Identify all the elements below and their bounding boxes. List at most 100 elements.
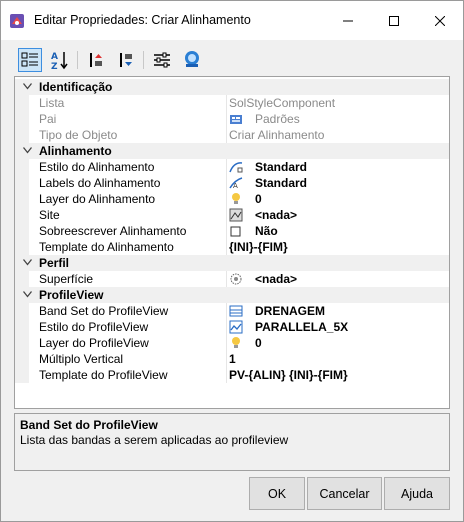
category-label: Perfil bbox=[39, 256, 70, 270]
property-row-layer-do-profileview[interactable]: Layer do ProfileView 0 bbox=[15, 335, 449, 351]
property-row-layer-do-alinhamento[interactable]: Layer do Alinhamento 0 bbox=[15, 191, 449, 207]
sort-alphabetical-button[interactable]: A Z bbox=[48, 48, 72, 72]
move-up-button[interactable] bbox=[84, 48, 108, 72]
layer-bulb-icon bbox=[232, 193, 240, 204]
property-row-site[interactable]: Site <nada> bbox=[15, 207, 449, 223]
category-alinhamento[interactable]: Alinhamento bbox=[15, 143, 449, 159]
property-row-template-do-profileview[interactable]: Template do ProfileView PV-{ALIN} {INI}-… bbox=[15, 367, 449, 383]
property-name: Band Set do ProfileView bbox=[39, 304, 169, 318]
property-row-multiplo-vertical[interactable]: Múltiplo Vertical 1 bbox=[15, 351, 449, 367]
property-name: Sobreescrever Alinhamento bbox=[39, 224, 187, 238]
category-label: ProfileView bbox=[39, 288, 104, 302]
site-icon bbox=[229, 208, 243, 222]
chevron-down-icon[interactable] bbox=[23, 291, 32, 298]
property-row-labels-do-alinhamento[interactable]: Labels do Alinhamento A Standard bbox=[15, 175, 449, 191]
maximize-button[interactable] bbox=[371, 1, 417, 40]
settings-sliders-button[interactable] bbox=[150, 48, 174, 72]
property-row-band-set-do-profileview[interactable]: Band Set do ProfileView DRENAGEM bbox=[15, 303, 449, 319]
svg-text:A: A bbox=[51, 52, 58, 62]
property-name: Template do ProfileView bbox=[39, 368, 168, 382]
help-search-button[interactable] bbox=[180, 48, 204, 72]
help-button[interactable]: Ajuda bbox=[384, 477, 450, 510]
property-row-superficie[interactable]: Superfície <nada> bbox=[15, 271, 449, 287]
window-title: Editar Propriedades: Criar Alinhamento bbox=[34, 13, 251, 27]
property-row-sobreescrever-alinhamento[interactable]: Sobreescrever Alinhamento Não bbox=[15, 223, 449, 239]
property-value[interactable]: <nada> bbox=[255, 272, 297, 286]
property-name: Lista bbox=[39, 96, 65, 110]
checkbox-icon[interactable] bbox=[229, 224, 243, 238]
help-title: Band Set do ProfileView bbox=[20, 418, 158, 432]
property-value[interactable]: PARALLELA_5X bbox=[255, 320, 348, 334]
help-search-icon bbox=[185, 51, 199, 67]
property-value[interactable]: 0 bbox=[255, 192, 262, 206]
category-profileview[interactable]: ProfileView bbox=[15, 287, 449, 303]
property-name: Labels do Alinhamento bbox=[39, 176, 161, 190]
chevron-down-icon[interactable] bbox=[23, 259, 32, 266]
property-value: Padrões bbox=[255, 112, 300, 126]
ok-button[interactable]: OK bbox=[249, 477, 305, 510]
band-set-icon bbox=[229, 305, 243, 317]
maximize-icon bbox=[389, 15, 399, 26]
category-identificacao[interactable]: Identificação bbox=[15, 79, 449, 95]
chevron-down-icon[interactable] bbox=[23, 147, 32, 154]
property-name: Site bbox=[39, 208, 60, 222]
toolbar: A Z bbox=[14, 45, 451, 75]
property-value[interactable]: Standard bbox=[255, 176, 307, 190]
property-value: SolStyleComponent bbox=[229, 96, 336, 110]
title-bar[interactable]: Editar Propriedades: Criar Alinhamento bbox=[1, 1, 463, 40]
help-description: Lista das bandas a serem aplicadas ao pr… bbox=[20, 433, 289, 447]
settings-sliders-icon bbox=[154, 52, 170, 68]
categorized-button[interactable] bbox=[18, 48, 42, 72]
properties-window: Editar Propriedades: Criar Alinhamento A… bbox=[0, 0, 464, 522]
property-name: Layer do Alinhamento bbox=[39, 192, 156, 206]
profileview-style-icon bbox=[229, 320, 243, 334]
property-name: Estilo do Alinhamento bbox=[39, 160, 155, 174]
category-label: Alinhamento bbox=[39, 144, 112, 158]
property-row-template-do-alinhamento[interactable]: Template do Alinhamento {INI}-{FIM} bbox=[15, 239, 449, 255]
move-down-icon bbox=[120, 53, 132, 67]
svg-text:A: A bbox=[233, 182, 238, 190]
property-name: Múltiplo Vertical bbox=[39, 352, 124, 366]
property-row-lista[interactable]: Lista SolStyleComponent bbox=[15, 95, 449, 111]
button-bar: OK Cancelar Ajuda bbox=[1, 473, 463, 521]
property-name: Layer do ProfileView bbox=[39, 336, 149, 350]
property-name: Estilo do ProfileView bbox=[39, 320, 149, 334]
minimize-icon bbox=[343, 20, 353, 21]
folder-icon bbox=[230, 115, 242, 124]
property-row-tipo-de-objeto[interactable]: Tipo de Objeto Criar Alinhamento bbox=[15, 127, 449, 143]
category-label: Identificação bbox=[39, 80, 113, 94]
app-icon bbox=[10, 14, 24, 28]
property-value[interactable]: PV-{ALIN} {INI}-{FIM} bbox=[229, 368, 348, 382]
property-name: Pai bbox=[39, 112, 57, 126]
label-style-icon: A bbox=[229, 177, 243, 190]
property-value[interactable]: {INI}-{FIM} bbox=[229, 240, 288, 254]
property-value[interactable]: Standard bbox=[255, 160, 307, 174]
property-value[interactable]: Não bbox=[255, 224, 278, 238]
categorized-icon bbox=[21, 52, 38, 67]
property-row-estilo-do-profileview[interactable]: Estilo do ProfileView PARALLELA_5X bbox=[15, 319, 449, 335]
property-value[interactable]: 1 bbox=[229, 352, 236, 366]
surface-icon bbox=[230, 273, 242, 285]
property-row-pai[interactable]: Pai Padrões bbox=[15, 111, 449, 127]
sort-alphabetical-icon: A Z bbox=[51, 52, 68, 70]
alignment-style-icon bbox=[229, 162, 243, 173]
property-name: Superfície bbox=[39, 272, 94, 286]
minimize-button[interactable] bbox=[325, 1, 371, 40]
property-name: Template do Alinhamento bbox=[39, 240, 174, 254]
property-value[interactable]: <nada> bbox=[255, 208, 297, 222]
category-perfil[interactable]: Perfil bbox=[15, 255, 449, 271]
close-button[interactable] bbox=[417, 1, 463, 40]
property-value: Criar Alinhamento bbox=[229, 128, 325, 142]
chevron-down-icon[interactable] bbox=[23, 83, 32, 90]
help-panel: Band Set do ProfileView Lista das bandas… bbox=[14, 413, 450, 471]
close-icon bbox=[435, 15, 445, 26]
layer-bulb-icon bbox=[232, 337, 240, 348]
cancel-button[interactable]: Cancelar bbox=[307, 477, 382, 510]
property-row-estilo-do-alinhamento[interactable]: Estilo do Alinhamento Standard bbox=[15, 159, 449, 175]
move-up-icon bbox=[90, 53, 102, 67]
svg-text:Z: Z bbox=[51, 62, 58, 70]
move-down-button[interactable] bbox=[114, 48, 138, 72]
property-value[interactable]: 0 bbox=[255, 336, 262, 350]
property-value[interactable]: DRENAGEM bbox=[255, 304, 325, 318]
property-grid: Identificação Lista SolStyleComponent Pa… bbox=[14, 76, 450, 409]
